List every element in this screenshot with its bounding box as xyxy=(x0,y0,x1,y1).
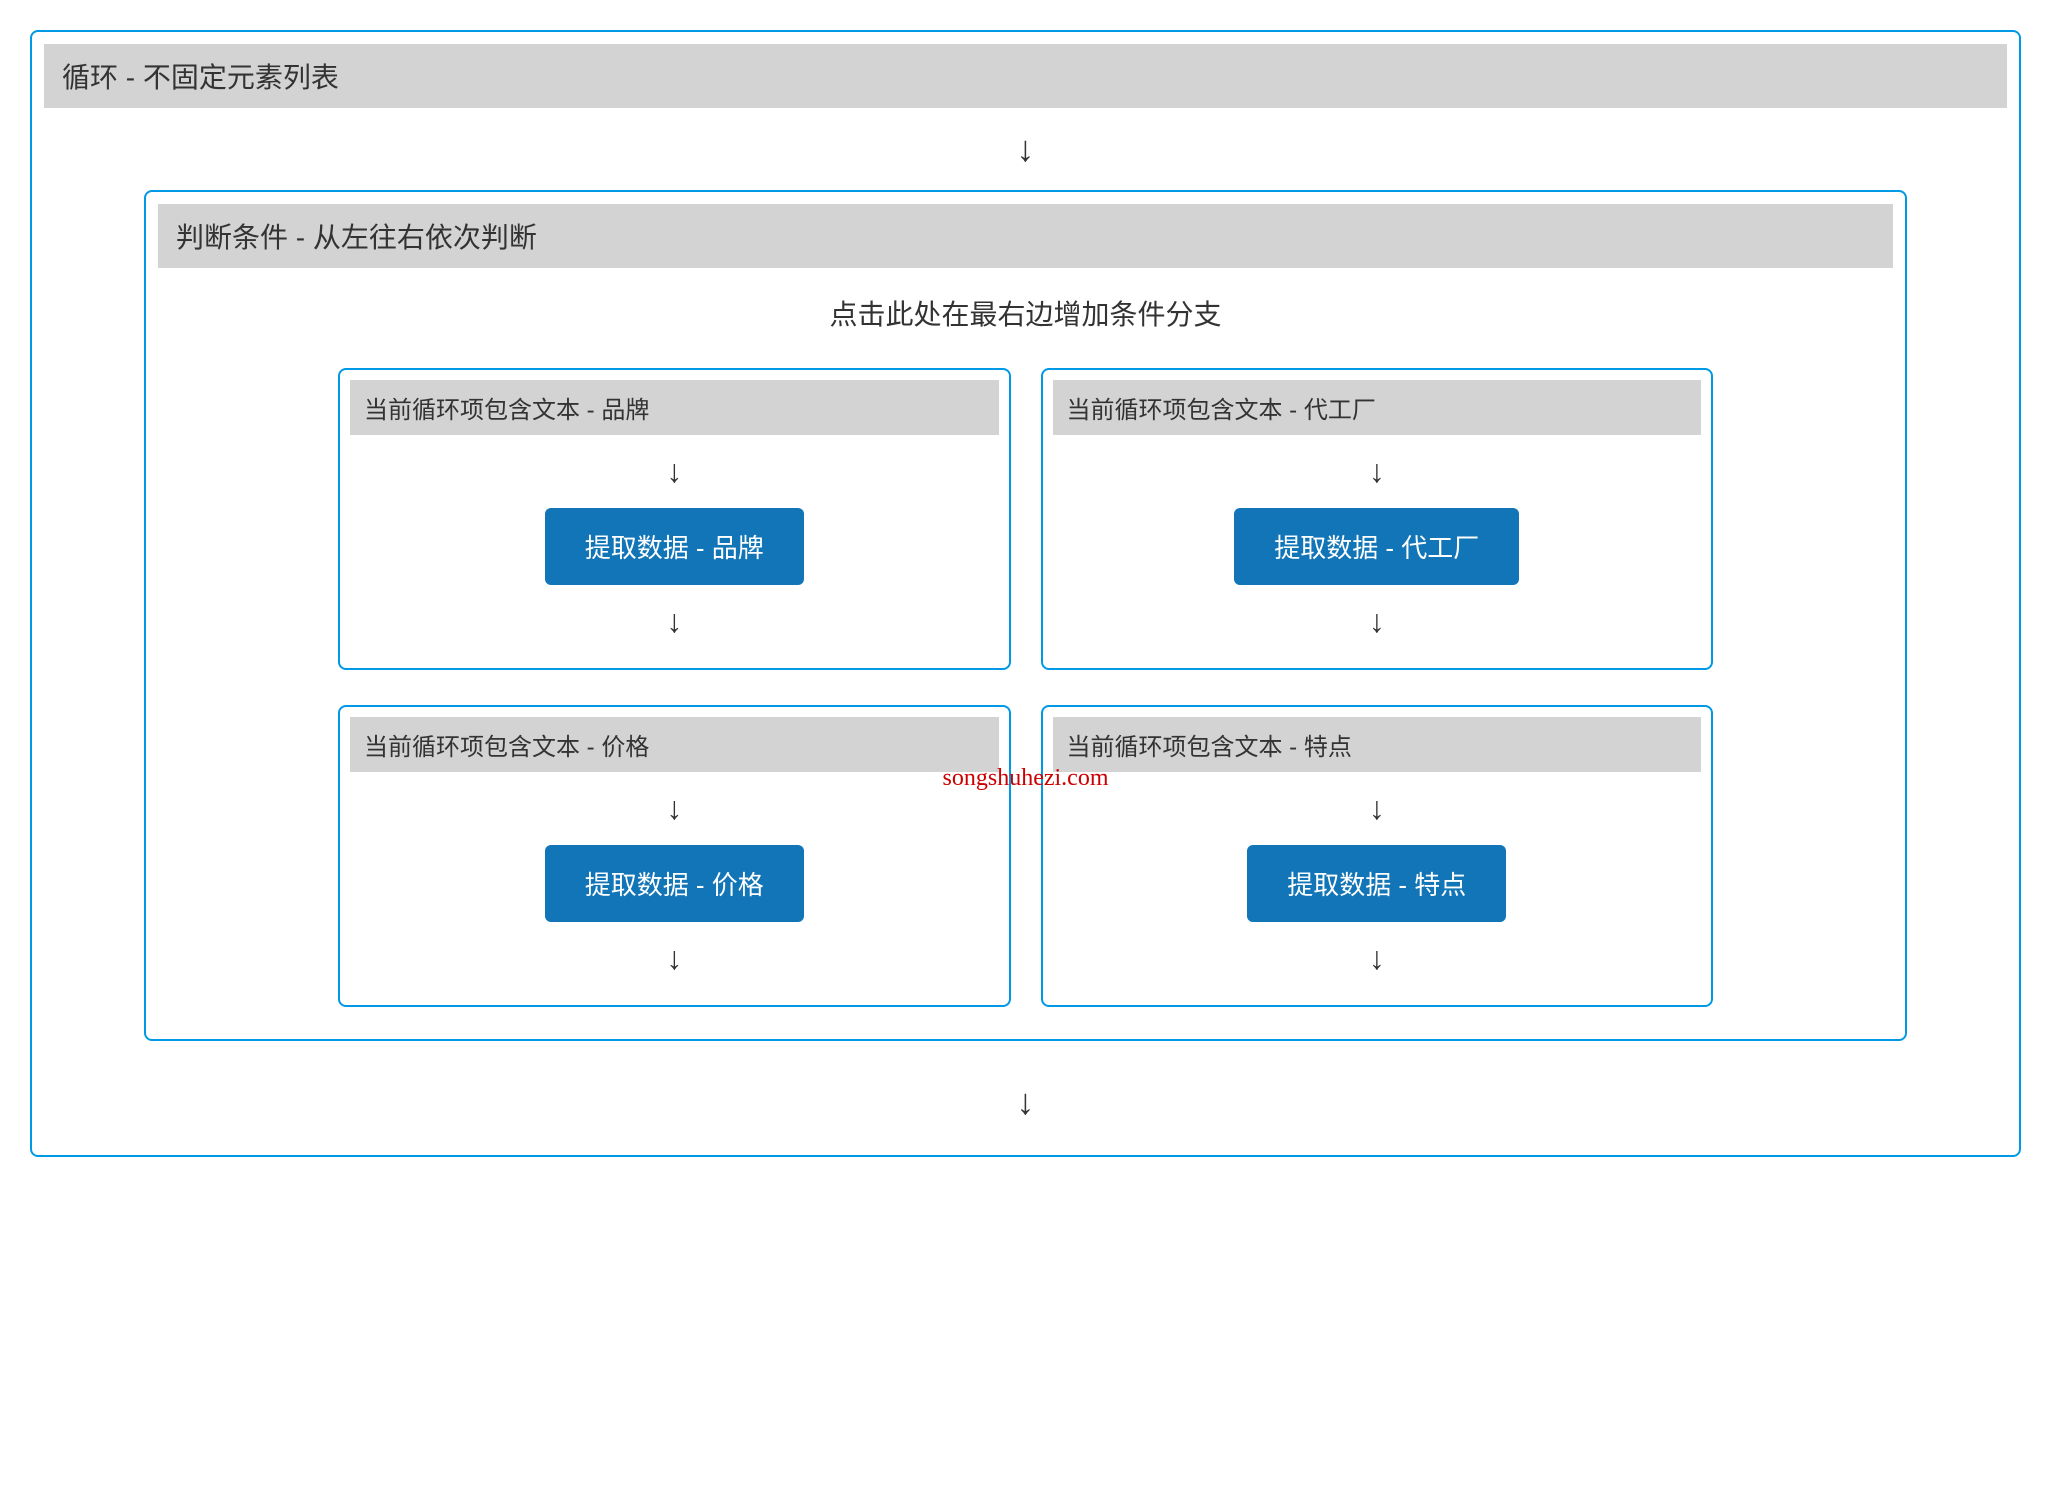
add-branch-instruction[interactable]: 点击此处在最右边增加条件分支 xyxy=(158,268,1893,368)
branch-header: 当前循环项包含文本 - 价格 xyxy=(350,717,999,772)
arrow-icon: ↓ xyxy=(1053,922,1702,995)
extract-data-button-feature[interactable]: 提取数据 - 特点 xyxy=(1247,845,1506,922)
extract-data-button-factory[interactable]: 提取数据 - 代工厂 xyxy=(1234,508,1519,585)
branch-factory[interactable]: 当前循环项包含文本 - 代工厂 ↓ 提取数据 - 代工厂 ↓ xyxy=(1041,368,1714,670)
arrow-icon: ↓ xyxy=(44,108,2007,190)
branch-feature[interactable]: 当前循环项包含文本 - 特点 ↓ 提取数据 - 特点 ↓ xyxy=(1041,705,1714,1007)
arrow-icon: ↓ xyxy=(1053,585,1702,658)
loop-container: 循环 - 不固定元素列表 ↓ 判断条件 - 从左往右依次判断 点击此处在最右边增… xyxy=(30,30,2021,1157)
arrow-icon: ↓ xyxy=(350,772,999,845)
branch-header: 当前循环项包含文本 - 品牌 xyxy=(350,380,999,435)
arrow-icon: ↓ xyxy=(1053,435,1702,508)
extract-data-button-price[interactable]: 提取数据 - 价格 xyxy=(545,845,804,922)
branch-header: 当前循环项包含文本 - 代工厂 xyxy=(1053,380,1702,435)
branch-price[interactable]: 当前循环项包含文本 - 价格 ↓ 提取数据 - 价格 ↓ xyxy=(338,705,1011,1007)
branch-header: 当前循环项包含文本 - 特点 xyxy=(1053,717,1702,772)
condition-container: 判断条件 - 从左往右依次判断 点击此处在最右边增加条件分支 当前循环项包含文本… xyxy=(144,190,1907,1041)
branch-grid: 当前循环项包含文本 - 品牌 ↓ 提取数据 - 品牌 ↓ 当前循环项包含文本 -… xyxy=(158,368,1893,1027)
arrow-icon: ↓ xyxy=(350,585,999,658)
arrow-icon: ↓ xyxy=(350,922,999,995)
arrow-icon: ↓ xyxy=(350,435,999,508)
branch-brand[interactable]: 当前循环项包含文本 - 品牌 ↓ 提取数据 - 品牌 ↓ xyxy=(338,368,1011,670)
condition-header: 判断条件 - 从左往右依次判断 xyxy=(158,204,1893,268)
arrow-icon: ↓ xyxy=(1053,772,1702,845)
arrow-icon: ↓ xyxy=(44,1061,2007,1143)
loop-header: 循环 - 不固定元素列表 xyxy=(44,44,2007,108)
extract-data-button-brand[interactable]: 提取数据 - 品牌 xyxy=(545,508,804,585)
